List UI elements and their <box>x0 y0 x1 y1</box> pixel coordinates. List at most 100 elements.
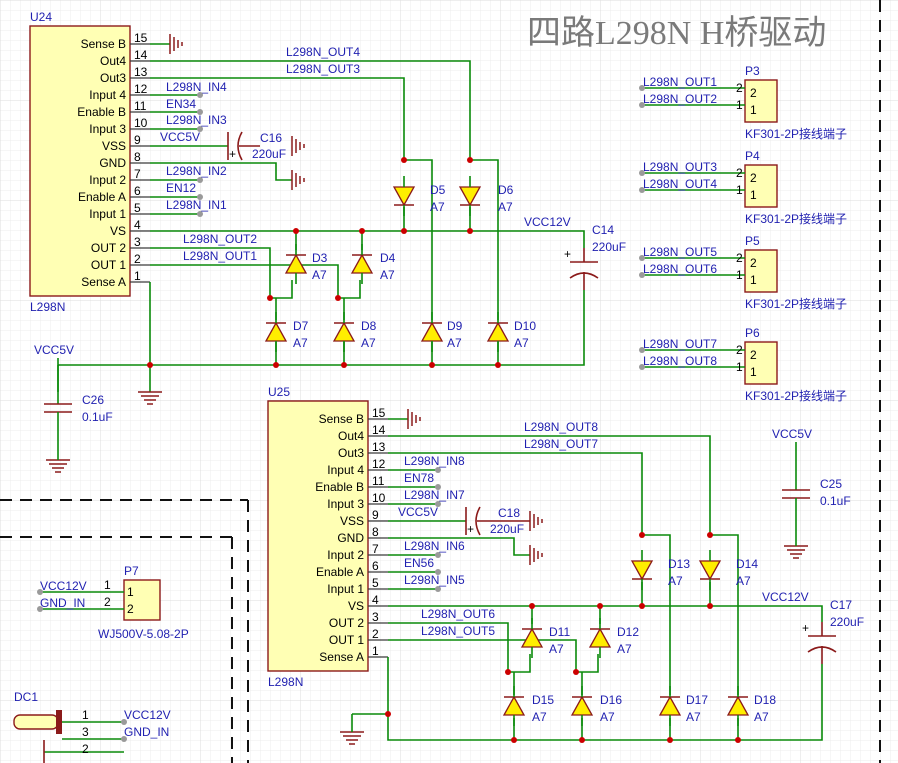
diode-designator: D18 <box>754 693 776 707</box>
u24-bypass-net: VCC5V <box>34 343 74 357</box>
u25-net-in5: L298N_IN5 <box>404 573 465 587</box>
u24-net-out4: L298N_OUT4 <box>286 45 360 59</box>
svg-text:+: + <box>564 247 571 261</box>
u24-pin-number: 10 <box>134 116 148 130</box>
u24-net-in3: L298N_IN3 <box>166 113 227 127</box>
u25-designator: U25 <box>268 385 290 399</box>
diode-value: A7 <box>293 336 308 350</box>
terminal-net-top: L298N_OUT1 <box>643 75 717 89</box>
dc1-designator: DC1 <box>14 690 38 704</box>
diode-designator: D10 <box>514 319 536 333</box>
u24-net-en34: EN34 <box>166 97 196 111</box>
u25-net-en56: EN56 <box>404 556 434 570</box>
svg-text:1: 1 <box>82 708 89 722</box>
svg-text:1: 1 <box>736 268 743 282</box>
svg-text:2: 2 <box>736 81 743 95</box>
svg-text:+: + <box>467 522 474 536</box>
u24-net-vcc12v: VCC12V <box>524 215 571 229</box>
svg-text:2: 2 <box>82 742 89 756</box>
terminal-part: KF301-2P接线端子 <box>745 296 847 311</box>
diode-designator: D15 <box>532 693 554 707</box>
terminal-designator: P5 <box>745 234 760 248</box>
u24-pin-number: 3 <box>134 235 141 249</box>
svg-text:1: 1 <box>750 103 757 117</box>
u24-pin-number: 14 <box>134 48 148 62</box>
diode-designator: D13 <box>668 557 690 571</box>
diode-designator: D4 <box>380 251 396 265</box>
u24-pin-name: Sense A <box>81 275 126 289</box>
svg-text:2: 2 <box>736 166 743 180</box>
u24-pin-name: Input 4 <box>89 88 126 102</box>
terminal-part: KF301-2P接线端子 <box>745 126 847 141</box>
u25-bypass-net: VCC5V <box>772 427 812 441</box>
diode-value: A7 <box>380 268 395 282</box>
diode-value: A7 <box>617 642 632 656</box>
svg-text:2: 2 <box>127 602 134 616</box>
diode-designator: D7 <box>293 319 309 333</box>
u25-net-out8: L298N_OUT8 <box>524 420 598 434</box>
u25-net-in6: L298N_IN6 <box>404 539 465 553</box>
svg-text:2: 2 <box>750 256 757 270</box>
u25-pin-name: Input 2 <box>327 548 364 562</box>
u24-pin-number: 4 <box>134 218 141 232</box>
u25-pin-number: 5 <box>372 576 379 590</box>
u25-pin-name: Input 4 <box>327 463 364 477</box>
svg-text:3: 3 <box>82 725 89 739</box>
u24-pin-number: 1 <box>134 269 141 283</box>
svg-text:1: 1 <box>750 188 757 202</box>
u25-net-in7: L298N_IN7 <box>404 488 465 502</box>
u25-pin-name: Input 1 <box>327 582 364 596</box>
u25-pin-name: OUT 2 <box>329 616 364 630</box>
u24-c26-designator: C26 <box>82 393 104 407</box>
u24-net-out1: L298N_OUT1 <box>183 249 257 263</box>
u25-net-in8: L298N_IN8 <box>404 454 465 468</box>
u25-c25-value: 0.1uF <box>820 494 851 508</box>
dc1-net1: VCC12V <box>124 708 171 722</box>
svg-text:2: 2 <box>736 343 743 357</box>
u24-pin-name: Out4 <box>100 54 126 68</box>
diode-value: A7 <box>312 268 327 282</box>
diode-designator: D14 <box>736 557 758 571</box>
u25-pin-name: Sense B <box>319 412 364 426</box>
u25-pin-number: 15 <box>372 406 386 420</box>
diode-value: A7 <box>686 710 701 724</box>
u25-pin-number: 4 <box>372 593 379 607</box>
diode-value: A7 <box>430 200 445 214</box>
u25-pin-name: Sense A <box>319 650 364 664</box>
svg-text:1: 1 <box>750 365 757 379</box>
terminal-designator: P4 <box>745 149 760 163</box>
u24-pin-name: Input 2 <box>89 173 126 187</box>
diode-designator: D11 <box>549 625 570 639</box>
diode-value: A7 <box>447 336 462 350</box>
u25-pin-number: 3 <box>372 610 379 624</box>
u25-net-en78: EN78 <box>404 471 434 485</box>
diode-value: A7 <box>498 200 513 214</box>
u24-c14-designator: C14 <box>592 223 614 237</box>
u25-c17-value: 220uF <box>830 615 864 629</box>
svg-text:1: 1 <box>104 578 111 592</box>
svg-text:1: 1 <box>736 183 743 197</box>
u25-net-vcc5v: VCC5V <box>398 505 438 519</box>
p7-net1: VCC12V <box>40 579 87 593</box>
u25-pin-number: 10 <box>372 491 386 505</box>
u24-c16-value: 220uF <box>252 147 286 161</box>
u25-pin-name: Enable A <box>316 565 364 579</box>
u25-net-out7: L298N_OUT7 <box>524 437 598 451</box>
diode-value: A7 <box>736 574 751 588</box>
terminal-designator: P3 <box>745 64 760 78</box>
u24-pin-name: Sense B <box>81 37 126 51</box>
u25-pin-number: 13 <box>372 440 386 454</box>
diode-designator: D8 <box>361 319 377 333</box>
u25-net-out6: L298N_OUT6 <box>421 607 495 621</box>
u24-pin-number: 6 <box>134 184 141 198</box>
diode-value: A7 <box>361 336 376 350</box>
diode-designator: D3 <box>312 251 328 265</box>
u25-pin-number: 2 <box>372 627 379 641</box>
u25-pin-name: Out4 <box>338 429 364 443</box>
u24-pin-number: 13 <box>134 65 148 79</box>
diode-designator: D6 <box>498 183 514 197</box>
svg-text:2: 2 <box>750 171 757 185</box>
u24-pin-number: 9 <box>134 133 141 147</box>
u24-pin-number: 5 <box>134 201 141 215</box>
u24-pin-name: OUT 1 <box>91 258 126 272</box>
